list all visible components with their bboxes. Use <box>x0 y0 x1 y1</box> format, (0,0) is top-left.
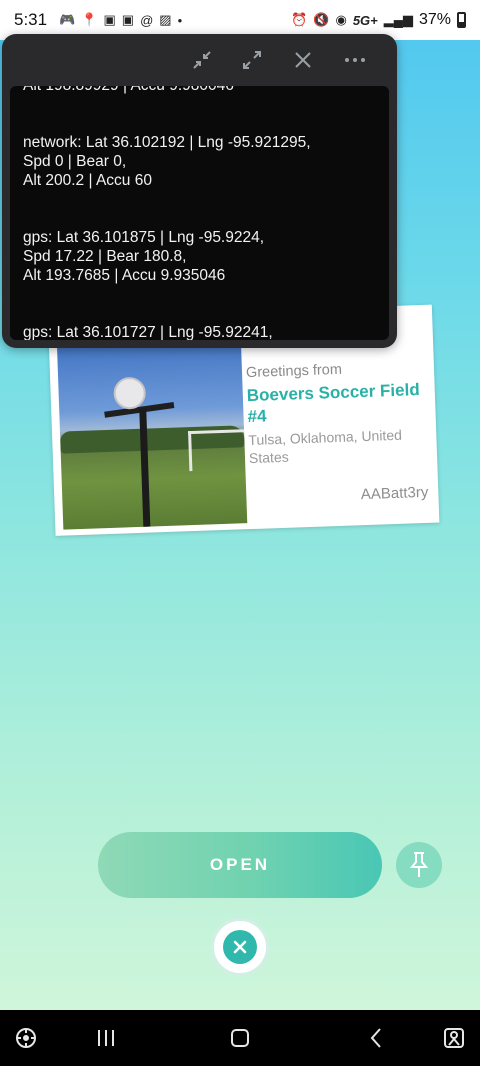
log-entry: gps: Lat 36.101875 | Lng -95.9224, Spd 1… <box>23 229 265 284</box>
log-entry: gps: Lat 36.101727 | Lng -95.92241, <box>23 324 273 340</box>
network-type-label: 5G+ <box>352 12 378 28</box>
postcard-trainer-name: AABatt3ry <box>360 483 429 504</box>
floating-window-toolbar[interactable] <box>2 34 397 86</box>
back-icon[interactable] <box>362 1024 390 1052</box>
game-launcher-icon[interactable] <box>12 1024 40 1052</box>
expand-icon[interactable] <box>238 46 266 74</box>
field-sign-image <box>113 376 147 410</box>
open-button[interactable]: OPEN <box>98 832 382 898</box>
signal-icon: ▂▄▆ <box>383 12 413 27</box>
screenshot-icon: ▣ <box>103 12 116 27</box>
location-log[interactable]: Alt 198.89929 | Accu 9.980046 network: L… <box>10 86 389 340</box>
postcard-photo <box>56 333 248 530</box>
navigation-bar <box>0 1010 480 1066</box>
close-button[interactable] <box>211 918 269 976</box>
mute-icon: 🔇 <box>313 12 330 27</box>
alarm-icon: ⏰ <box>291 12 308 27</box>
pin-button[interactable] <box>396 842 442 888</box>
more-options-icon[interactable] <box>341 46 369 74</box>
home-icon[interactable] <box>226 1024 254 1052</box>
status-time: 5:31 <box>14 10 48 29</box>
battery-icon <box>457 12 466 28</box>
postcard-location: Tulsa, Oklahoma, United States <box>248 426 403 467</box>
at-sign-icon: @ <box>140 12 154 28</box>
dot-icon: • <box>177 12 183 28</box>
battery-percent: 37% <box>418 11 451 28</box>
log-entry: network: Lat 36.102192 | Lng -95.921295,… <box>23 134 311 189</box>
postcard-text: Greetings from Boevers Soccer Field #4 T… <box>246 359 429 467</box>
accessibility-icon[interactable] <box>440 1024 468 1052</box>
log-entry: Alt 198.89929 | Accu 9.980046 <box>23 86 381 95</box>
postcard-greeting: Greetings from <box>245 361 343 382</box>
location-pin-icon: 📍 <box>81 12 98 27</box>
image-icon: ▨ <box>159 12 172 27</box>
location-icon: ◉ <box>335 12 347 27</box>
pin-icon <box>409 852 429 877</box>
minimize-icon[interactable] <box>188 46 216 74</box>
floating-window[interactable]: Alt 198.89929 | Accu 9.980046 network: L… <box>2 34 397 348</box>
recent-apps-icon[interactable] <box>92 1024 120 1052</box>
close-icon <box>223 930 257 964</box>
postcard-place-name: Boevers Soccer Field #4 <box>246 380 420 427</box>
close-window-icon[interactable] <box>289 46 317 74</box>
screen-record-icon: ▣ <box>121 12 135 27</box>
game-controller-icon: 🎮 <box>59 12 76 27</box>
